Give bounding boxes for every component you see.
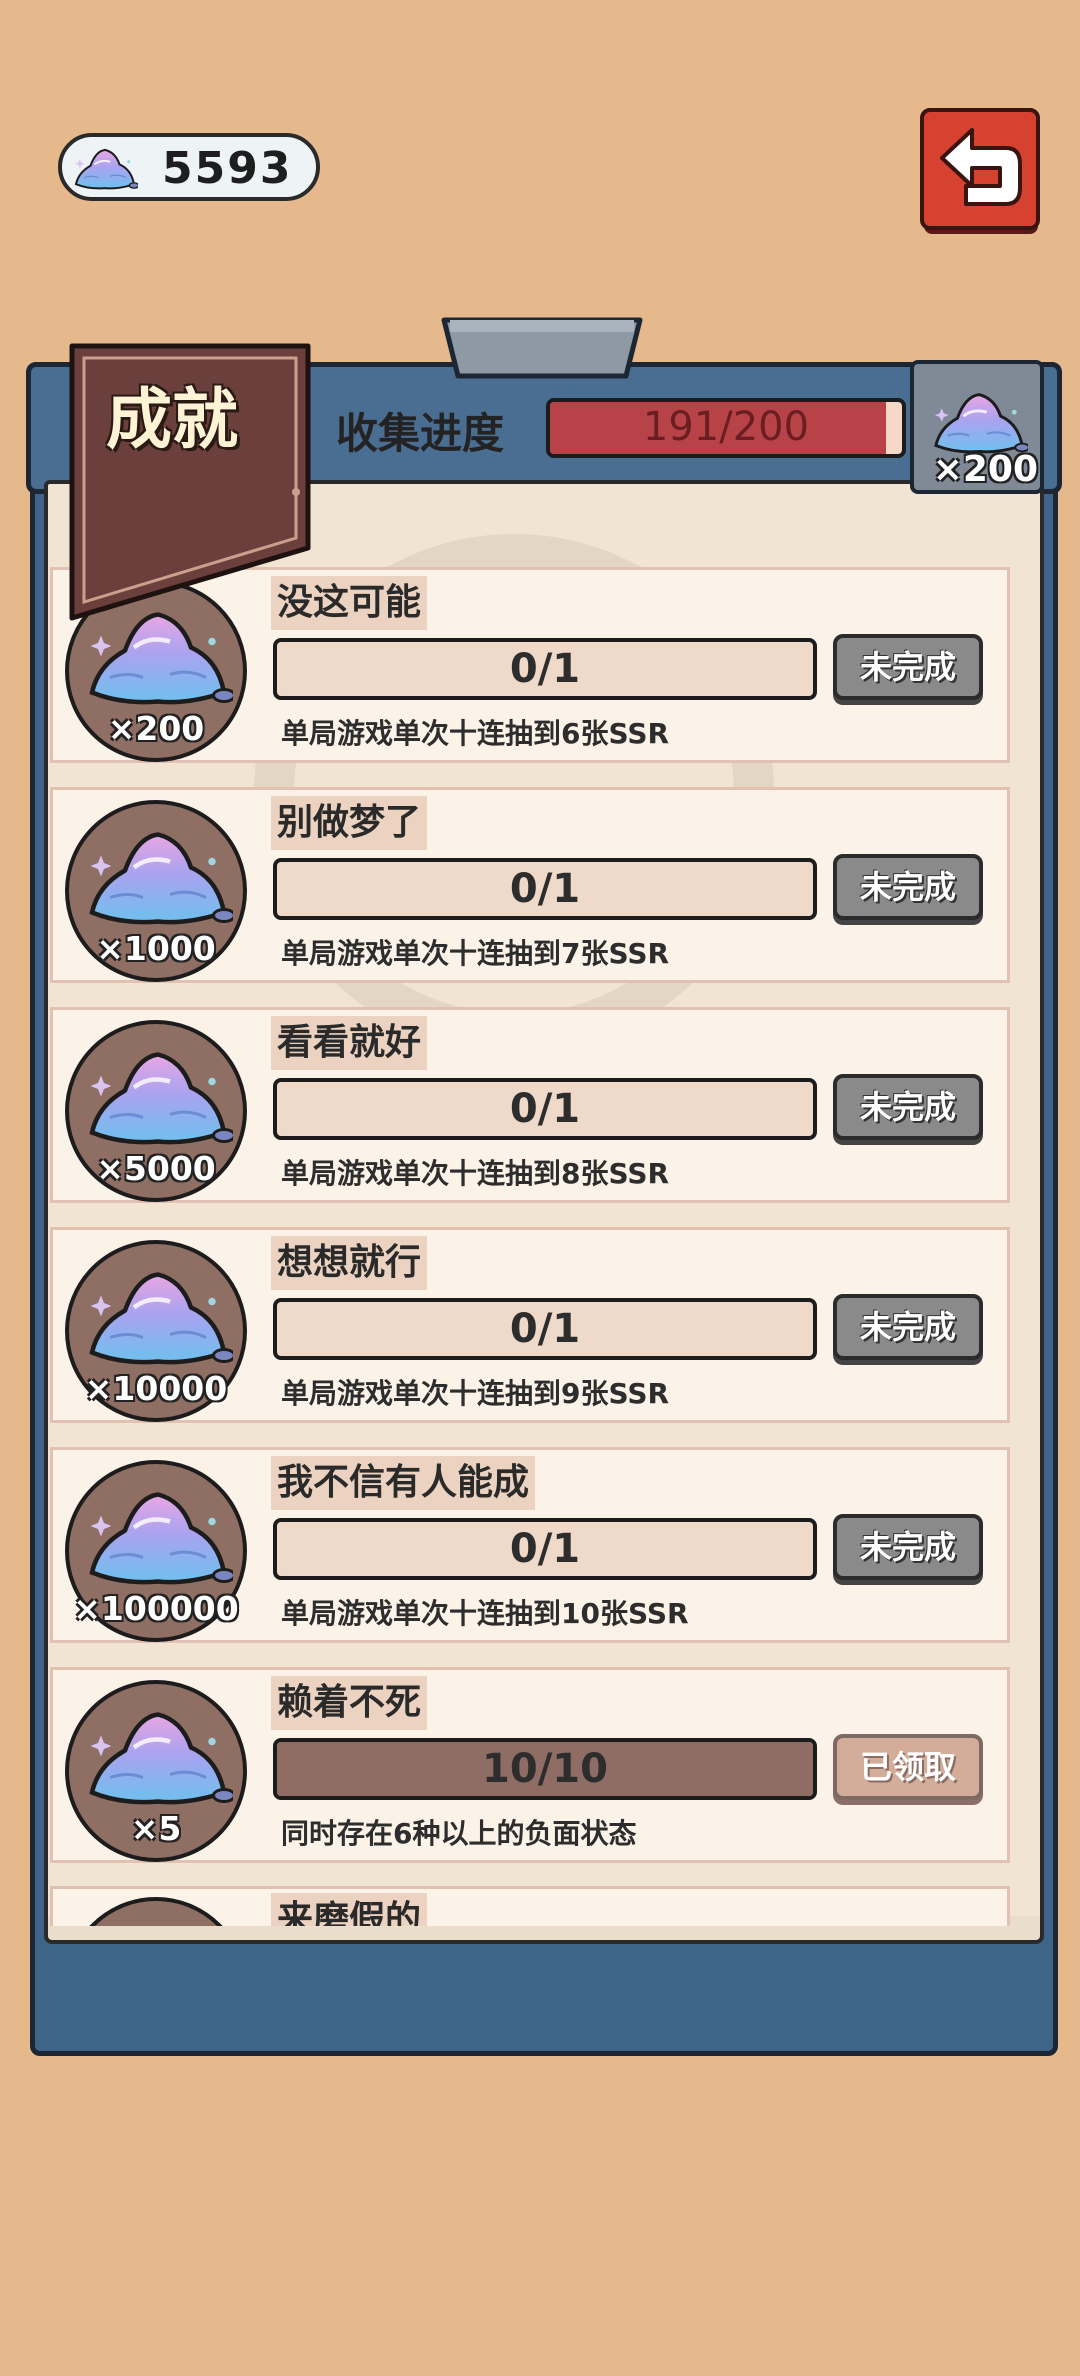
reward-medal: ×5000 [65,1020,247,1202]
list-item: ×1000 别做梦了 0/1 单局游戏单次十连抽到7张SSR 未完成 [50,787,1010,983]
collection-progress-label: 收集进度 [336,409,505,458]
achievement-description: 单局游戏单次十连抽到8张SSR [281,1157,670,1190]
reward-quantity: ×10000 [84,1369,228,1408]
achievement-title: 别做梦了 [271,796,428,850]
achievement-progress-text: 0/1 [509,1526,581,1572]
crystal-icon [83,1704,233,1812]
incomplete-button[interactable]: 未完成 [833,1294,983,1360]
board-clip [441,317,643,379]
incomplete-button[interactable]: 未完成 [833,634,983,700]
reward-quantity: ×5000 [96,1149,216,1188]
currency-value: 5593 [162,143,293,194]
achievement-progress-text: 10/10 [482,1746,608,1792]
reward-medal: ×5 [65,1680,247,1862]
incomplete-button[interactable]: 未完成 [833,1074,983,1140]
achievement-title: 我不信有人能成 [271,1456,536,1510]
crystal-icon [83,1264,233,1372]
reward-medal [65,1897,247,1926]
achievement-progress-bar: 0/1 [273,1078,817,1140]
reward-quantity: ×100000 [73,1589,239,1628]
collection-reward-qty: ×200 [932,449,1038,490]
achievement-title: 看看就好 [271,1016,428,1070]
crystal-icon [72,145,138,193]
achievement-progress-bar: 0/1 [273,1518,817,1580]
achievement-progress-bar: 0/1 [273,638,817,700]
achievement-progress-bar: 10/10 [273,1738,817,1800]
achievement-description: 单局游戏单次十连抽到9张SSR [281,1377,670,1410]
reward-quantity: ×5 [130,1809,182,1848]
crystal-icon [83,1484,233,1592]
reward-quantity: ×200 [107,709,205,748]
incomplete-button[interactable]: 未完成 [833,854,983,920]
crystal-icon [930,388,1028,458]
list-item-partial: 来磨假的 [50,1886,1010,1926]
list-item: ×5000 看看就好 0/1 单局游戏单次十连抽到8张SSR 未完成 [50,1007,1010,1203]
achievement-progress-text: 0/1 [509,1086,581,1132]
reward-medal: ×1000 [65,800,247,982]
incomplete-button[interactable]: 未完成 [833,1514,983,1580]
achievement-description: 单局游戏单次十连抽到10张SSR [281,1597,689,1630]
crystal-icon [83,824,233,932]
achievement-progress-text: 0/1 [509,866,581,912]
achievement-progress-text: 0/1 [509,1306,581,1352]
reward-medal: ×10000 [65,1240,247,1422]
back-button[interactable] [920,108,1042,238]
collection-progress-bar: 191/200 [546,398,906,458]
achievement-title: 想想就行 [271,1236,428,1290]
page-title: 成就 [106,381,238,458]
list-item: ×5 赖着不死 10/10 同时存在6种以上的负面状态 已领取 [50,1667,1010,1863]
achievement-title: 来磨假的 [271,1893,428,1926]
collection-progress-text: 191/200 [642,404,810,450]
claimed-button[interactable]: 已领取 [833,1734,983,1800]
reward-medal: ×100000 [65,1460,247,1642]
back-arrow-icon [920,108,1040,234]
collection-reward[interactable]: ×200 [910,360,1044,494]
achievement-description: 同时存在6种以上的负面状态 [281,1817,637,1850]
list-item: ×10000 想想就行 0/1 单局游戏单次十连抽到9张SSR 未完成 [50,1227,1010,1423]
reward-quantity: ×1000 [96,929,216,968]
achievement-progress-text: 0/1 [509,646,581,692]
currency-display: 5593 [58,133,320,201]
achievement-description: 单局游戏单次十连抽到6张SSR [281,717,670,750]
crystal-icon [83,1044,233,1152]
achievement-description: 单局游戏单次十连抽到7张SSR [281,937,670,970]
achievement-progress-bar: 0/1 [273,858,817,920]
achievement-progress-bar: 0/1 [273,1298,817,1360]
achievement-title: 赖着不死 [271,1676,428,1730]
list-item: ×100000 我不信有人能成 0/1 单局游戏单次十连抽到10张SSR 未完成 [50,1447,1010,1643]
